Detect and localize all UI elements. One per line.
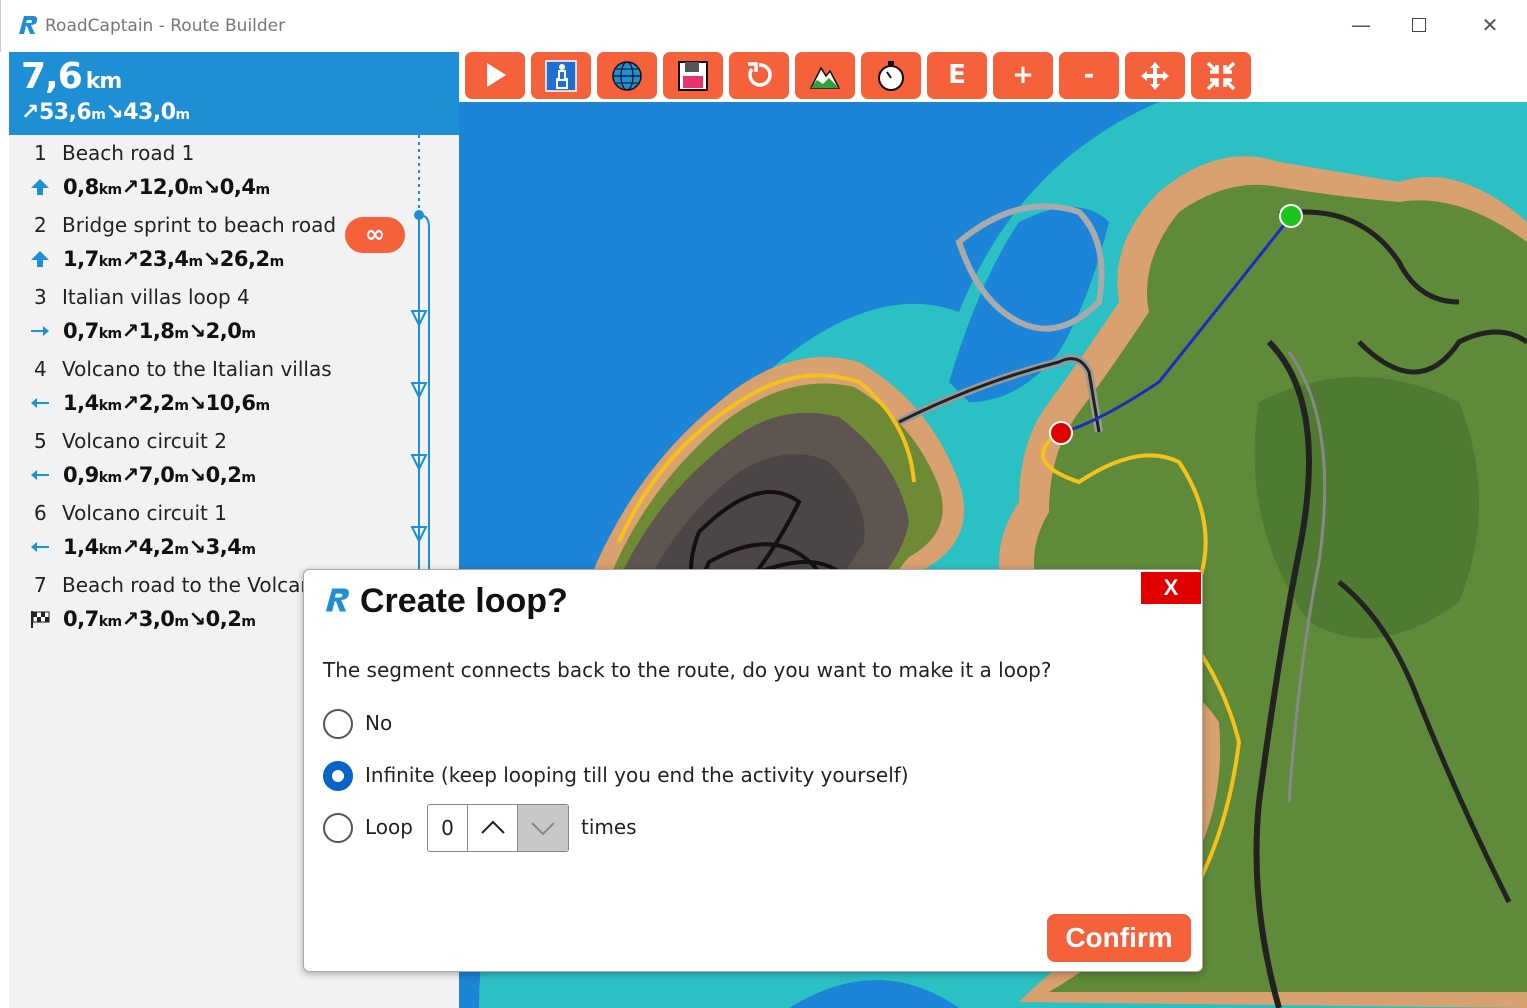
- segment-name: 6 Volcano circuit 1: [34, 501, 227, 525]
- collapse-icon: [1206, 61, 1236, 91]
- roadcaptain-logo-icon: [19, 16, 38, 34]
- times-label: times: [581, 815, 637, 839]
- reset-icon: [748, 62, 772, 87]
- up-arrow-icon: [31, 251, 49, 267]
- clear-route-icon: [545, 60, 577, 92]
- list-item[interactable]: 6 Volcano circuit 1 1,4km↗4,2m↘3,4m: [9, 495, 459, 567]
- segment-stats: 0,9km↗7,0m↘0,2m: [63, 463, 256, 487]
- radio-loop[interactable]: [323, 813, 353, 843]
- clear-route-button[interactable]: [531, 52, 591, 99]
- checkered-flag-icon: [31, 611, 50, 628]
- segment-list: 1 Beach road 1 0,8km↗12,0m↘0,4m 2 Bridge s…: [9, 135, 459, 639]
- segment-stats: 0,7km↗1,8m↘2,0m: [63, 319, 256, 343]
- right-arrow-icon: [31, 326, 49, 336]
- total-elevation: ↗53,6m↘43,0m: [21, 100, 190, 125]
- segment-name: 7 Beach road to the Volcano: [34, 573, 314, 597]
- list-item[interactable]: 2 Bridge sprint to beach road ∞ 1,7km↗23,…: [9, 207, 459, 279]
- segment-stats: 1,4km↗4,2m↘3,4m: [63, 535, 256, 559]
- left-arrow-icon: [31, 470, 49, 480]
- loop-count-value[interactable]: 0: [428, 805, 468, 851]
- move-button[interactable]: [1125, 52, 1185, 99]
- loop-count-stepper[interactable]: 0: [427, 804, 569, 852]
- dialog-message: The segment connects back to the route, …: [323, 658, 1052, 682]
- stopwatch-icon: [878, 61, 904, 91]
- confirm-button[interactable]: Confirm: [1047, 914, 1191, 962]
- option-loop[interactable]: Loop 0 times: [323, 804, 683, 852]
- world-button[interactable]: [597, 52, 657, 99]
- option-infinite-label: Infinite (keep looping till you end the …: [365, 763, 909, 787]
- minimize-button[interactable]: —: [1346, 12, 1376, 38]
- start-marker: [1279, 204, 1303, 228]
- radio-no[interactable]: [323, 709, 353, 739]
- toolbar: E + -: [459, 52, 1527, 102]
- list-item[interactable]: 5 Volcano circuit 2 0,9km↗7,0m↘0,2m: [9, 423, 459, 495]
- title-bar: RoadCaptain - Route Builder — ✕: [0, 0, 1527, 52]
- segment-stats: 1,7km↗23,4m↘26,2m: [63, 247, 284, 271]
- dialog-close-button[interactable]: X: [1141, 572, 1201, 604]
- chevron-up-icon: [481, 820, 505, 834]
- play-icon: [487, 63, 506, 87]
- play-button[interactable]: [465, 52, 525, 99]
- segment-name: 4 Volcano to the Italian villas: [34, 357, 332, 381]
- window-title: RoadCaptain - Route Builder: [45, 16, 286, 36]
- maximize-button[interactable]: [1404, 12, 1434, 38]
- option-loop-label: Loop: [365, 815, 413, 839]
- segment-name: 2 Bridge sprint to beach road: [34, 213, 337, 237]
- left-arrow-icon: [31, 398, 49, 408]
- e-button[interactable]: E: [927, 52, 987, 99]
- segment-name: 5 Volcano circuit 2: [34, 429, 227, 453]
- zoom-out-button[interactable]: -: [1059, 52, 1119, 99]
- chevron-down-icon: [531, 822, 555, 836]
- save-button[interactable]: [663, 52, 723, 99]
- option-no-label: No: [365, 711, 393, 735]
- decrement-button[interactable]: [518, 805, 568, 851]
- radio-infinite[interactable]: [323, 761, 353, 791]
- zoom-in-button[interactable]: +: [993, 52, 1053, 99]
- collapse-button[interactable]: [1191, 52, 1251, 99]
- total-distance: 7,6 km: [21, 56, 122, 97]
- elevation-button[interactable]: [795, 52, 855, 99]
- infinite-loop-badge[interactable]: ∞: [345, 217, 405, 253]
- stopwatch-button[interactable]: [861, 52, 921, 99]
- elevation-icon: [809, 66, 841, 89]
- maximize-icon: [1412, 18, 1426, 32]
- save-icon: [678, 61, 708, 91]
- close-window-button[interactable]: ✕: [1475, 12, 1505, 38]
- segment-stats: 1,4km↗2,2m↘10,6m: [63, 391, 270, 415]
- reset-button[interactable]: [729, 52, 789, 99]
- list-item[interactable]: 4 Volcano to the Italian villas 1,4km↗2,2…: [9, 351, 459, 423]
- segment-name: 3 Italian villas loop 4: [34, 285, 250, 309]
- segment-name: 1 Beach road 1: [34, 141, 195, 165]
- list-item[interactable]: 1 Beach road 1 0,8km↗12,0m↘0,4m: [9, 135, 459, 207]
- increment-button[interactable]: [468, 805, 518, 851]
- end-marker: [1049, 421, 1073, 445]
- move-icon: [1141, 62, 1169, 90]
- create-loop-dialog: Create loop? X The segment connects back…: [303, 569, 1203, 972]
- dialog-title: Create loop?: [360, 582, 568, 620]
- segment-stats: 0,7km↗3,0m↘0,2m: [63, 607, 256, 631]
- segment-stats: 0,8km↗12,0m↘0,4m: [63, 175, 270, 199]
- route-summary: 7,6 km ↗53,6m↘43,0m: [9, 52, 459, 135]
- list-item[interactable]: 3 Italian villas loop 4 0,7km↗1,8m↘2,0m: [9, 279, 459, 351]
- world-icon: [612, 61, 642, 91]
- left-arrow-icon: [31, 542, 49, 552]
- up-arrow-icon: [31, 179, 49, 195]
- roadcaptain-logo-icon: [325, 588, 349, 612]
